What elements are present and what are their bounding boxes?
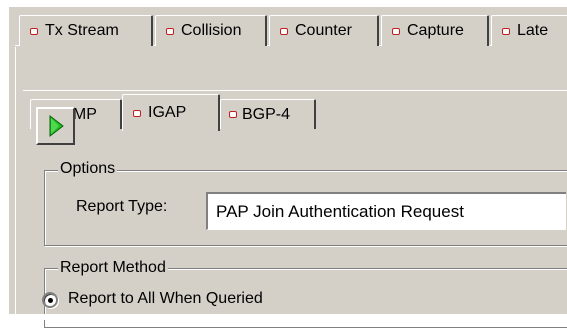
report-type-label: Report Type:: [76, 198, 168, 215]
report-method-group-title: Report Method: [58, 259, 168, 277]
red-square-icon: [392, 27, 400, 35]
tab-capture[interactable]: Capture: [381, 15, 489, 46]
red-square-icon: [166, 27, 174, 35]
red-square-icon: [133, 109, 141, 117]
red-square-icon: [229, 111, 237, 118]
options-group-title: Options: [58, 160, 118, 178]
tab-igap[interactable]: IGAP: [122, 94, 220, 131]
report-all-radio[interactable]: [42, 292, 58, 308]
tab-label: Collision: [181, 22, 242, 39]
tab-label: IGAP: [148, 104, 187, 121]
tab-label: Tx Stream: [45, 22, 119, 39]
tab-late[interactable]: Late: [491, 15, 567, 46]
tab-label: Counter: [295, 22, 352, 39]
bottom-edge: [8, 314, 567, 320]
tab-label: Late: [517, 22, 549, 39]
red-square-icon: [280, 27, 288, 35]
run-button[interactable]: [36, 107, 75, 145]
tab-label: Capture: [407, 22, 464, 39]
report-type-field[interactable]: PAP Join Authentication Request: [206, 192, 566, 230]
red-square-icon: [30, 27, 38, 35]
radio-selected-dot: [48, 298, 53, 303]
tab-bgp4[interactable]: BGP-4: [220, 99, 316, 129]
subtab-strip-divider: [23, 90, 567, 91]
play-icon: [49, 114, 64, 138]
tab-collision[interactable]: Collision: [155, 15, 267, 46]
tab-tx-stream[interactable]: Tx Stream: [19, 15, 153, 46]
tab-counter[interactable]: Counter: [269, 15, 379, 46]
report-all-radio-label[interactable]: Report to All When Queried: [68, 290, 263, 308]
tab-label: BGP-4: [242, 105, 291, 123]
red-square-icon: [502, 27, 510, 35]
